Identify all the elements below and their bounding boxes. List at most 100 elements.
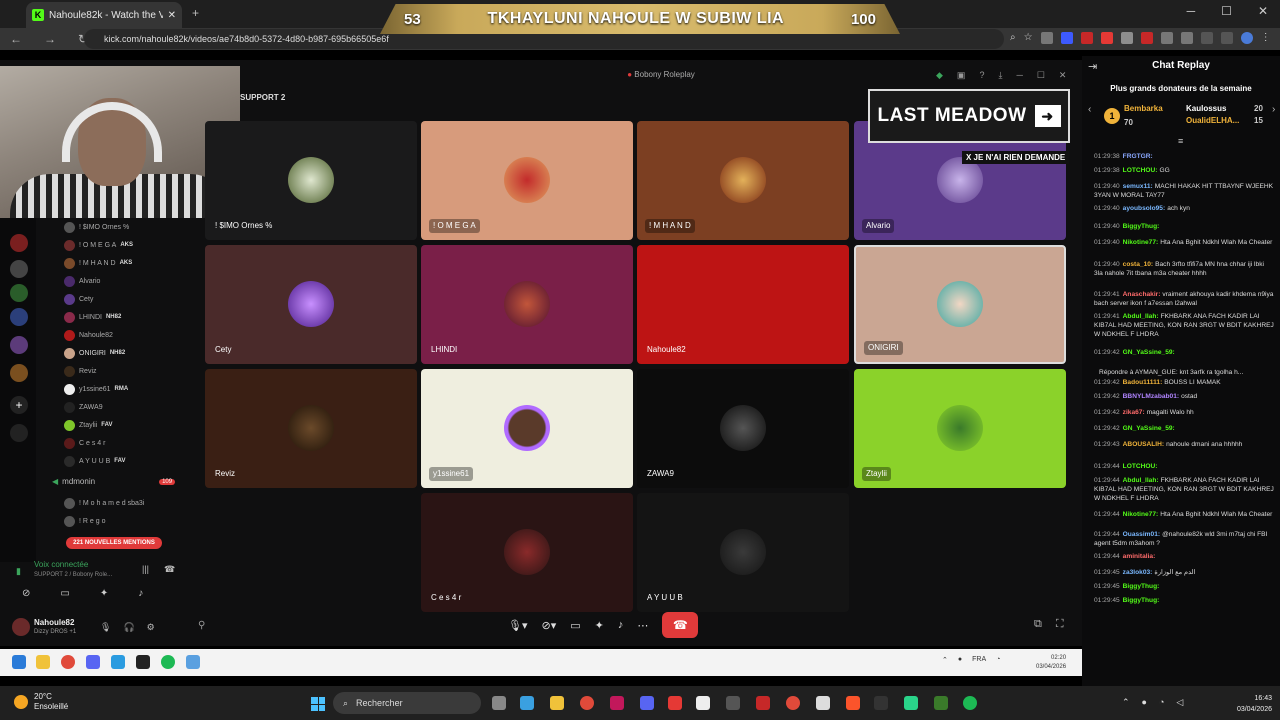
member-row[interactable]: Cety [64,292,93,306]
inbox-icon[interactable]: ▣ [957,70,966,81]
member-row[interactable]: Reviz [64,364,97,378]
app-icon[interactable] [934,696,948,710]
chrome-icon[interactable] [580,696,594,710]
discover-icon[interactable] [10,424,28,442]
new-mentions-badge[interactable]: 221 NOUVELLES MENTIONS [66,537,162,549]
new-tab-button[interactable]: + [192,6,199,20]
bookmark-star-icon[interactable]: ☆ [1024,32,1033,44]
message-user[interactable]: BiggyThug: [1123,223,1160,230]
message-user[interactable]: BiggyThug: [1123,583,1160,590]
message-user[interactable]: semux11: [1123,183,1153,190]
windows-start-icon[interactable] [311,697,325,711]
message-user[interactable]: BBNYLMzabab01: [1123,393,1179,400]
teams-icon[interactable] [640,696,654,710]
network-icon[interactable]: ◔ [1159,697,1164,708]
participant-tile[interactable]: ONIGIRI [854,245,1066,364]
puzzle-icon[interactable] [1180,32,1193,44]
popout-icon[interactable]: ⧉ [1034,618,1042,631]
member-row[interactable]: LHINDI NH82 [64,310,121,324]
member-row[interactable]: A Y U U B FAV [64,454,126,468]
maximize-icon[interactable]: ☐ [1037,70,1045,81]
message-user[interactable]: Abdul_llah: [1123,313,1159,320]
message-user[interactable]: GN_YaSsine_59: [1123,425,1175,432]
forward-icon[interactable]: → [44,32,56,46]
message-user[interactable]: Nikotine77: [1123,511,1159,518]
message-user[interactable]: Anaschakir: [1123,291,1161,298]
chevron-up-icon[interactable]: ⌃ [1122,697,1130,708]
message-user[interactable]: ayoubsolo95: [1123,205,1166,212]
weather-widget[interactable]: 20°C Ensoleillé [14,692,68,712]
hang-up-button[interactable]: ☎ [662,612,699,638]
message-user[interactable]: ABOUSALIH: [1123,441,1164,448]
avatar[interactable] [12,618,30,636]
server-icon[interactable] [10,284,28,302]
activities-icon[interactable]: ✦ [100,588,108,599]
zoom-icon[interactable]: ⌕ [1010,32,1016,44]
message-user[interactable]: Ouassim01: [1123,531,1160,538]
nitro-icon[interactable]: ◆ [936,70,943,81]
member-row[interactable]: ! $IMO Ornes % [64,220,129,234]
extension-icon[interactable] [1140,32,1153,44]
extension-icon[interactable] [1100,32,1113,44]
browser-tab[interactable]: K Nahoule82k - Watch the VOD ✕ [26,2,182,28]
message-user[interactable]: Badou11111: [1123,379,1163,386]
close-tab-icon[interactable]: ✕ [168,10,176,21]
noise-suppression-icon[interactable]: ||| [142,564,149,574]
minimize-icon[interactable]: ─ [1016,70,1022,81]
minimize-icon[interactable]: ─ [1187,4,1196,18]
participant-tile[interactable]: Ztaylii [854,369,1066,488]
message-user[interactable]: Nikotine77: [1123,239,1159,246]
file-explorer-icon[interactable] [550,696,564,710]
add-member-icon[interactable]: ⚲ [198,620,205,631]
filter-icon[interactable]: ≡ [1178,136,1183,146]
message-user[interactable]: FRGTGR: [1123,153,1153,160]
profile-avatar-icon[interactable] [1240,32,1253,44]
soundboard-icon[interactable]: ♪ [138,588,143,599]
server-icon[interactable] [10,234,28,252]
signal-icon[interactable]: ▮ [16,566,21,577]
extension-icon[interactable] [1040,32,1053,44]
youtube-icon[interactable] [668,696,682,710]
app-icon[interactable] [696,696,710,710]
disconnect-icon[interactable]: ☎ [164,564,175,575]
extension-icon[interactable] [1120,32,1133,44]
participant-tile[interactable]: A Y U U B [637,493,849,612]
message-user[interactable]: aminitalia: [1123,553,1156,560]
task-view-icon[interactable] [492,696,506,710]
member-row[interactable]: ! M H A N D AKS [64,256,132,270]
headphones-icon[interactable]: 🎧 [123,622,134,633]
settings-gear-icon[interactable]: ⚙ [147,622,155,633]
member-row[interactable]: Ztaylii FAV [64,418,113,432]
back-icon[interactable]: ← [10,32,22,46]
participant-tile[interactable]: Reviz [205,369,417,488]
app-icon[interactable] [610,696,624,710]
maximize-icon[interactable]: ☐ [1221,4,1232,18]
last-meadow-promo[interactable]: LAST MEADOW ➜ [868,89,1070,143]
member-row[interactable]: ! O M E G A AKS [64,238,133,252]
help-icon[interactable]: ? [979,70,984,81]
extension-icon[interactable] [1060,32,1073,44]
chrome-icon[interactable] [786,696,800,710]
app-icon[interactable] [904,696,918,710]
message-user[interactable]: GN_YaSsine_59: [1123,349,1175,356]
server-icon[interactable] [10,336,28,354]
extension-icon[interactable] [1160,32,1173,44]
participant-tile[interactable]: y1ssine61 [421,369,633,488]
participant-tile[interactable]: ! O M E G A [421,121,633,240]
microphone-icon[interactable]: ● [1142,697,1147,708]
extension-icon[interactable] [1080,32,1093,44]
spotify-icon[interactable] [963,696,977,710]
participant-tile[interactable]: LHINDI [421,245,633,364]
member-row[interactable]: Nahoule82 [64,328,113,342]
activities-icon[interactable]: ✦ [595,619,604,632]
menu-kebab-icon[interactable]: ⋮ [1261,32,1271,44]
tab-search-icon[interactable] [1220,32,1233,44]
server-icon[interactable] [10,364,28,382]
xm-icon[interactable] [816,696,830,710]
member-row[interactable]: ONIGIRI NH82 [64,346,125,360]
screen-share-icon[interactable]: ▭ [60,588,69,599]
add-server-icon[interactable]: + [10,396,28,414]
participant-tile[interactable]: ZAWA9 [637,369,849,488]
member-row[interactable]: ! R e g o [64,514,105,528]
member-row[interactable]: C e s 4 r [64,436,105,450]
